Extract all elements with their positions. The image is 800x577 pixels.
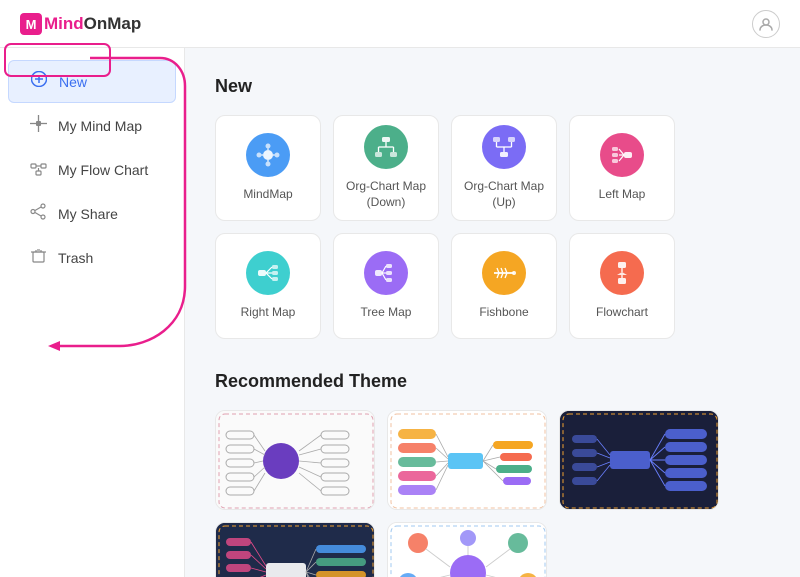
logo-text: MindOnMap xyxy=(44,14,141,34)
sidebar-item-trash[interactable]: Trash xyxy=(8,237,176,279)
svg-text:M: M xyxy=(26,17,37,32)
logo-icon: M xyxy=(20,13,42,35)
new-maps-grid: MindMap Org-Chart Map (Down) Org-Chart M… xyxy=(215,115,770,339)
map-card-flowchart[interactable]: Flowchart xyxy=(569,233,675,339)
recommended-title: Recommended Theme xyxy=(215,371,770,392)
theme-card-1[interactable] xyxy=(215,410,375,510)
map-card-org-down[interactable]: Org-Chart Map (Down) xyxy=(333,115,439,221)
sidebar-new-label: New xyxy=(59,74,87,90)
mindmap-label: MindMap xyxy=(243,187,292,203)
theme-card-2[interactable] xyxy=(387,410,547,510)
sidebar-share-label: My Share xyxy=(58,206,118,222)
sidebar-item-my-mind-map[interactable]: My Mind Map xyxy=(8,105,176,147)
tree-map-icon xyxy=(364,251,408,295)
fishbone-icon xyxy=(482,251,526,295)
mindmap-nav-icon xyxy=(28,115,48,137)
plus-icon xyxy=(29,71,49,92)
sidebar: New My Mind Map My Flow Chart My Share T… xyxy=(0,48,185,577)
sidebar-mindmap-label: My Mind Map xyxy=(58,118,142,134)
right-map-label: Right Map xyxy=(241,305,296,321)
trash-nav-icon xyxy=(28,247,48,269)
user-avatar[interactable] xyxy=(752,10,780,38)
map-card-org-up[interactable]: Org-Chart Map (Up) xyxy=(451,115,557,221)
map-card-tree[interactable]: Tree Map xyxy=(333,233,439,339)
logo: M MindOnMap xyxy=(20,13,141,35)
org-down-label: Org-Chart Map (Down) xyxy=(346,179,426,210)
new-section-title: New xyxy=(215,76,770,97)
org-up-label: Org-Chart Map (Up) xyxy=(452,179,556,210)
flowchart-label: Flowchart xyxy=(596,305,648,321)
flowchart-nav-icon xyxy=(28,159,48,181)
sidebar-item-my-share[interactable]: My Share xyxy=(8,193,176,235)
theme-card-5[interactable] xyxy=(387,522,547,577)
left-map-label: Left Map xyxy=(599,187,646,203)
org-down-icon xyxy=(364,125,408,169)
map-card-left[interactable]: Left Map xyxy=(569,115,675,221)
left-map-icon xyxy=(600,133,644,177)
sidebar-flowchart-label: My Flow Chart xyxy=(58,162,148,178)
sidebar-trash-label: Trash xyxy=(58,250,93,266)
theme-card-4[interactable] xyxy=(215,522,375,577)
tree-map-label: Tree Map xyxy=(361,305,412,321)
map-card-fishbone[interactable]: Fishbone xyxy=(451,233,557,339)
mindmap-icon xyxy=(246,133,290,177)
sidebar-item-new[interactable]: New xyxy=(8,60,176,103)
right-map-icon xyxy=(246,251,290,295)
sidebar-item-flow-chart[interactable]: My Flow Chart xyxy=(8,149,176,191)
flowchart-icon xyxy=(600,251,644,295)
share-nav-icon xyxy=(28,203,48,225)
theme-card-3[interactable] xyxy=(559,410,719,510)
fishbone-label: Fishbone xyxy=(479,305,528,321)
map-card-mindmap[interactable]: MindMap xyxy=(215,115,321,221)
map-card-right[interactable]: Right Map xyxy=(215,233,321,339)
main-content: New MindMap Org-Chart Map (Down) xyxy=(185,48,800,577)
org-up-icon xyxy=(482,125,526,169)
theme-grid xyxy=(215,410,770,577)
